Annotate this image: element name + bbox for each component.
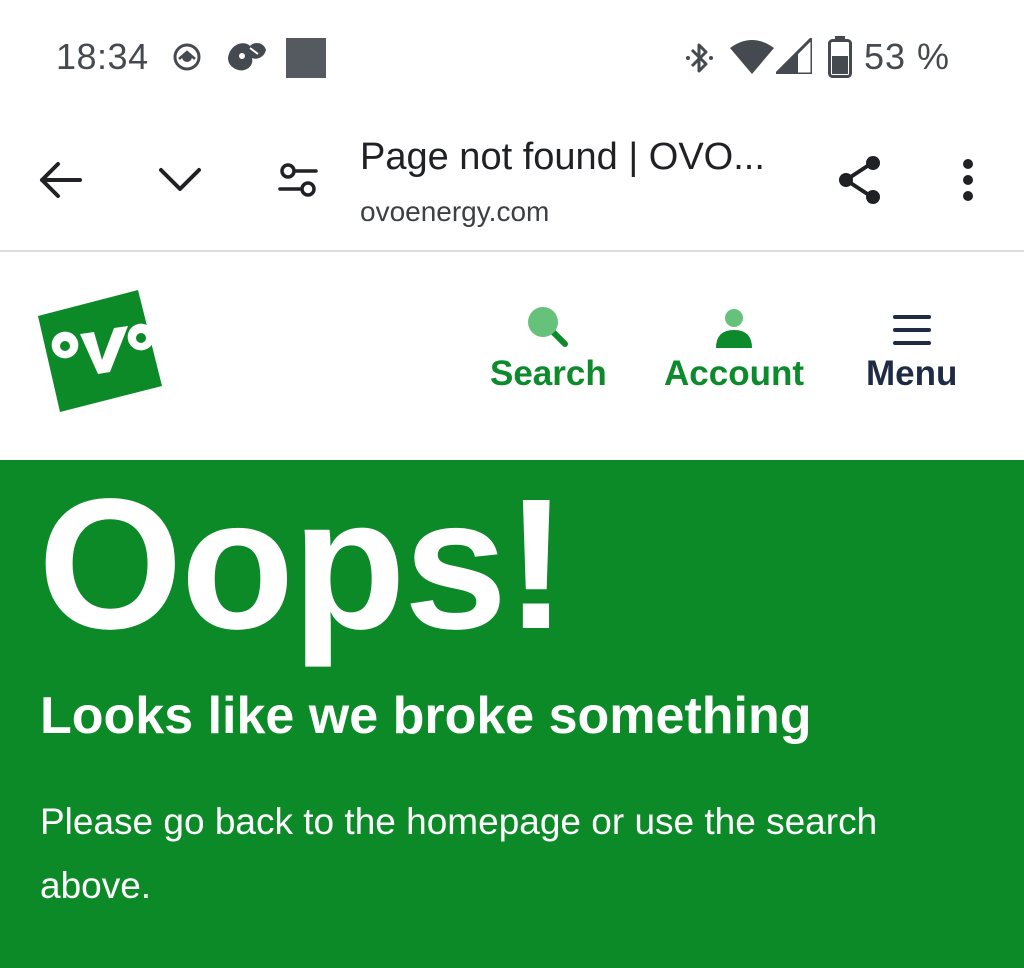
more-options-button[interactable] — [938, 152, 998, 212]
feather-icon — [224, 38, 270, 81]
more-vert-icon — [962, 158, 974, 207]
nav-account-label: Account — [664, 354, 804, 393]
nav-menu-label: Menu — [866, 354, 958, 393]
battery-percent: 53 % — [864, 36, 951, 77]
chevron-down-icon — [157, 166, 203, 199]
nav-search-label: Search — [490, 354, 607, 393]
site-settings-icon — [276, 162, 320, 203]
wifi-icon — [730, 40, 774, 79]
collapse-button[interactable] — [150, 152, 210, 212]
account-icon — [712, 304, 756, 348]
cell-signal-icon — [772, 34, 814, 79]
battery-icon — [828, 36, 852, 83]
nav-menu[interactable]: Menu — [866, 304, 957, 394]
share-icon — [836, 154, 884, 211]
square-notification-icon — [286, 38, 326, 83]
hamburger-menu-icon — [891, 304, 933, 348]
ovo-logo-icon — [38, 290, 162, 418]
bluetooth-icon — [684, 40, 714, 81]
status-bar: 18:34 53 % — [0, 0, 1024, 112]
site-settings-button[interactable] — [268, 152, 328, 212]
back-button[interactable] — [30, 152, 90, 212]
site-header: Search Account Menu — [0, 254, 1024, 460]
back-arrow-icon — [38, 160, 82, 205]
url-text[interactable]: ovoenergy.com — [360, 196, 549, 228]
share-button[interactable] — [830, 152, 890, 212]
ovo-logo-link[interactable] — [38, 290, 162, 414]
error-message: Please go back to the homepage or use th… — [40, 801, 878, 906]
status-time: 18:34 — [56, 36, 149, 77]
skoda-icon — [172, 42, 202, 77]
error-hero: Oops! Looks like we broke something Plea… — [0, 460, 1024, 968]
browser-toolbar: Page not found | OVO... ovoenergy.com — [0, 112, 1024, 252]
error-title: Oops! — [38, 461, 567, 668]
page-title[interactable]: Page not found | OVO... — [360, 136, 765, 179]
search-icon — [525, 304, 571, 348]
nav-search[interactable]: Search — [490, 304, 607, 394]
nav-account[interactable]: Account — [664, 304, 804, 394]
error-subtitle: Looks like we broke something — [40, 687, 812, 745]
